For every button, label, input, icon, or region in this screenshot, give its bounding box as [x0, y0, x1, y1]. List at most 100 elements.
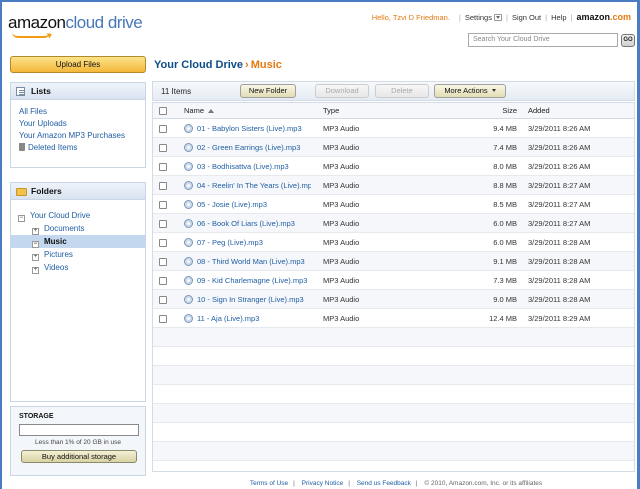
row-checkbox[interactable]: [159, 258, 167, 267]
row-checkbox[interactable]: [159, 163, 167, 172]
expand-icon[interactable]: +: [32, 228, 39, 235]
tree-node-root[interactable]: − Your Cloud Drive: [11, 209, 145, 222]
table-row[interactable]: 04 - Reelin' In The Years (Live).mp3 MP3 …: [153, 176, 634, 195]
file-size: 6.0 MB: [493, 238, 517, 247]
more-actions-label: More Actions: [444, 86, 488, 95]
more-actions-button[interactable]: More Actions: [434, 84, 506, 98]
buy-storage-button[interactable]: Buy additional storage: [21, 450, 137, 463]
item-count: 11 Items: [161, 87, 192, 96]
list-icon: [16, 87, 25, 96]
expand-icon[interactable]: +: [32, 267, 39, 274]
audio-file-icon: [184, 275, 193, 285]
table-row[interactable]: 01 - Babylon Sisters (Live).mp3 MP3 Audio…: [153, 119, 634, 138]
sign-out-link[interactable]: Sign Out: [512, 13, 541, 22]
file-name-cell[interactable]: 06 - Book Of Liars (Live).mp3: [184, 214, 311, 232]
row-checkbox[interactable]: [159, 182, 167, 191]
tree-node-documents[interactable]: + Documents: [11, 222, 145, 235]
row-select-cell: [159, 233, 167, 251]
delete-button[interactable]: Delete: [375, 84, 429, 98]
tree-node-label: Your Cloud Drive: [30, 211, 91, 220]
table-row[interactable]: 11 - Aja (Live).mp3 MP3 Audio 12.4 MB 3/29/…: [153, 309, 634, 328]
row-select-cell: [159, 138, 167, 156]
breadcrumb-root[interactable]: Your Cloud Drive: [154, 59, 243, 71]
row-checkbox[interactable]: [159, 201, 167, 210]
column-added[interactable]: Added: [528, 103, 550, 118]
column-name[interactable]: Name: [184, 103, 311, 118]
copyright: © 2010, Amazon.com, Inc. or its affiliat…: [424, 480, 543, 487]
row-checkbox[interactable]: [159, 277, 167, 286]
amazon-home-link[interactable]: amazon.com: [576, 12, 631, 22]
terms-link[interactable]: Terms of Use: [250, 480, 288, 487]
audio-file-icon: [184, 237, 193, 247]
new-folder-button[interactable]: New Folder: [240, 84, 296, 98]
greeting: Hello, Tzvi D Friedman.: [371, 12, 450, 22]
row-checkbox[interactable]: [159, 239, 167, 248]
collapse-icon[interactable]: −: [18, 215, 25, 222]
row-checkbox[interactable]: [159, 144, 167, 153]
list-all-files[interactable]: All Files: [19, 106, 145, 118]
table-row[interactable]: 06 - Book Of Liars (Live).mp3 MP3 Audio 6.…: [153, 214, 634, 233]
list-your-uploads[interactable]: Your Uploads: [19, 118, 145, 130]
download-button[interactable]: Download: [315, 84, 369, 98]
settings-link[interactable]: Settings: [465, 13, 502, 22]
select-all-checkbox[interactable]: [159, 107, 167, 116]
upload-files-button[interactable]: Upload Files: [10, 56, 146, 73]
storage-panel: STORAGE Less than 1% of 20 GB in use Buy…: [10, 406, 146, 476]
audio-file-icon: [184, 123, 193, 133]
row-checkbox[interactable]: [159, 125, 167, 134]
table-row[interactable]: 10 - Sign In Stranger (Live).mp3 MP3 Audi…: [153, 290, 634, 309]
row-select-cell: [159, 271, 167, 289]
tree-node-pictures[interactable]: + Pictures: [11, 248, 145, 261]
file-name-cell[interactable]: 01 - Babylon Sisters (Live).mp3: [184, 119, 311, 137]
tree-node-videos[interactable]: + Videos: [11, 261, 145, 274]
file-type: MP3 Audio: [323, 238, 360, 247]
folder-tree: − Your Cloud Drive + Documents − Music + Pic…: [11, 200, 145, 274]
file-size: 8.5 MB: [493, 200, 517, 209]
file-name-cell[interactable]: 02 - Green Earrings (Live).mp3: [184, 138, 311, 156]
amazon-logo-word: amazon: [576, 12, 610, 22]
table-row[interactable]: 02 - Green Earrings (Live).mp3 MP3 Audio 7…: [153, 138, 634, 157]
list-mp3-purchases[interactable]: Your Amazon MP3 Purchases: [19, 130, 145, 142]
file-size: 9.1 MB: [493, 257, 517, 266]
column-size[interactable]: Size: [473, 103, 517, 118]
search-go-button[interactable]: GO: [621, 34, 635, 47]
file-name-cell[interactable]: 03 - Bodhisattva (Live).mp3: [184, 157, 311, 175]
file-name-cell[interactable]: 07 - Peg (Live).mp3: [184, 233, 311, 251]
expand-icon[interactable]: +: [32, 254, 39, 261]
table-row[interactable]: 08 - Third World Man (Live).mp3 MP3 Audio…: [153, 252, 634, 271]
header: amazoncloud drive Hello, Tzvi D Friedman…: [2, 2, 637, 52]
file-size: 6.0 MB: [493, 219, 517, 228]
file-name-cell[interactable]: 05 - Josie (Live).mp3: [184, 195, 311, 213]
breadcrumb-separator: ›: [245, 59, 249, 71]
table-row[interactable]: 05 - Josie (Live).mp3 MP3 Audio 8.5 MB 3/29…: [153, 195, 634, 214]
collapse-icon[interactable]: −: [32, 241, 39, 248]
file-name-cell[interactable]: 08 - Third World Man (Live).mp3: [184, 252, 311, 270]
table-row[interactable]: 03 - Bodhisattva (Live).mp3 MP3 Audio 8.0 …: [153, 157, 634, 176]
file-added: 3/29/2011 8:28 AM: [528, 257, 591, 266]
file-added: 3/29/2011 8:28 AM: [528, 238, 591, 247]
audio-file-icon: [184, 142, 193, 152]
privacy-link[interactable]: Privacy Notice: [302, 480, 344, 487]
tree-node-music[interactable]: − Music: [11, 235, 145, 248]
column-type[interactable]: Type: [323, 103, 339, 118]
folder-icon: [16, 188, 27, 196]
cloud-drive-logo[interactable]: amazoncloud drive: [8, 13, 143, 33]
chevron-down-icon: [493, 13, 502, 21]
file-type: MP3 Audio: [323, 181, 360, 190]
file-name: 07 - Peg (Live).mp3: [197, 238, 263, 247]
empty-row: [153, 385, 634, 404]
file-name-cell[interactable]: 11 - Aja (Live).mp3: [184, 309, 311, 327]
row-checkbox[interactable]: [159, 296, 167, 305]
table-row[interactable]: 09 - Kid Charlemagne (Live).mp3 MP3 Audio…: [153, 271, 634, 290]
list-deleted-items[interactable]: Deleted Items: [19, 142, 145, 154]
row-checkbox[interactable]: [159, 315, 167, 324]
help-link[interactable]: Help: [551, 13, 566, 22]
search-input[interactable]: Search Your Cloud Drive: [468, 33, 618, 47]
file-name-cell[interactable]: 04 - Reelin' In The Years (Live).mp3: [184, 176, 311, 194]
file-name-cell[interactable]: 09 - Kid Charlemagne (Live).mp3: [184, 271, 311, 289]
row-select-cell: [159, 214, 167, 232]
feedback-link[interactable]: Send us Feedback: [357, 480, 411, 487]
table-row[interactable]: 07 - Peg (Live).mp3 MP3 Audio 6.0 MB 3/29/2…: [153, 233, 634, 252]
row-checkbox[interactable]: [159, 220, 167, 229]
file-name-cell[interactable]: 10 - Sign In Stranger (Live).mp3: [184, 290, 311, 308]
